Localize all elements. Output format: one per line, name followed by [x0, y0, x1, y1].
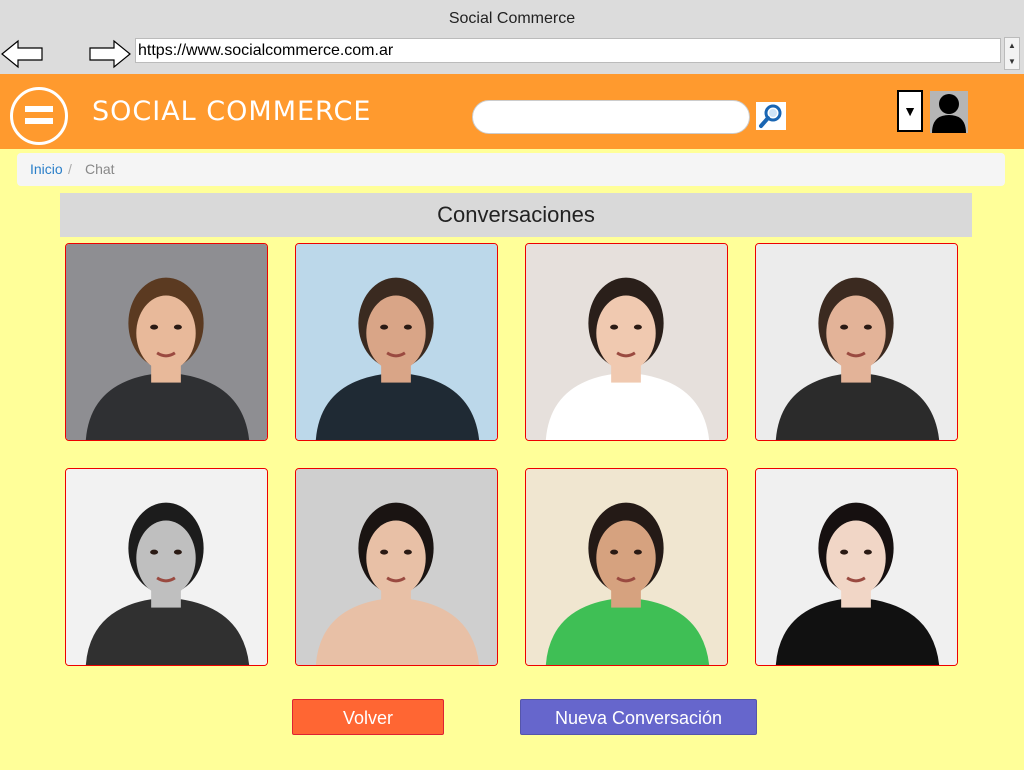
conversation-card[interactable]: [525, 468, 728, 666]
conversation-card[interactable]: [755, 468, 958, 666]
back-arrow-icon[interactable]: [0, 38, 44, 70]
brand-title: SOCIAL COMMERCE: [92, 96, 372, 127]
window-title: Social Commerce: [448, 10, 576, 27]
back-button[interactable]: Volver: [292, 699, 444, 735]
contact-photo: [526, 469, 727, 665]
url-bar[interactable]: https://www.socialcommerce.com.ar: [135, 38, 1001, 63]
conversation-card[interactable]: [525, 243, 728, 441]
contact-photo: [756, 244, 957, 440]
breadcrumb-separator: /: [68, 161, 72, 177]
forward-arrow-icon[interactable]: [88, 38, 132, 70]
search-input[interactable]: [472, 100, 750, 134]
user-avatar-icon[interactable]: [930, 91, 968, 133]
app-header: SOCIAL COMMERCE ▼: [0, 74, 1024, 149]
contact-photo: [756, 469, 957, 665]
contact-photo: [66, 244, 267, 440]
menu-icon[interactable]: [10, 87, 68, 145]
url-scrollbar[interactable]: ▲ ▼: [1004, 37, 1020, 70]
conversation-card[interactable]: [65, 243, 268, 441]
conversation-card[interactable]: [295, 468, 498, 666]
dropdown-icon[interactable]: ▼: [897, 90, 923, 132]
breadcrumb-current: Chat: [85, 161, 115, 177]
breadcrumb: Inicio / Chat: [17, 153, 1005, 186]
new-conversation-button[interactable]: Nueva Conversación: [520, 699, 757, 735]
search-icon: [759, 104, 782, 128]
contact-photo: [296, 244, 497, 440]
contact-photo: [66, 469, 267, 665]
section-title: Conversaciones: [60, 193, 972, 237]
conversation-card[interactable]: [755, 243, 958, 441]
search-button[interactable]: [756, 102, 786, 130]
breadcrumb-home-link[interactable]: Inicio: [30, 153, 63, 186]
scroll-up-icon[interactable]: ▲: [1005, 38, 1019, 53]
contact-photo: [296, 469, 497, 665]
contact-photo: [526, 244, 727, 440]
conversation-card[interactable]: [295, 243, 498, 441]
scroll-down-icon[interactable]: ▼: [1005, 54, 1019, 69]
browser-chrome: Social Commerce https://www.socialcommer…: [0, 0, 1024, 74]
conversation-card[interactable]: [65, 468, 268, 666]
